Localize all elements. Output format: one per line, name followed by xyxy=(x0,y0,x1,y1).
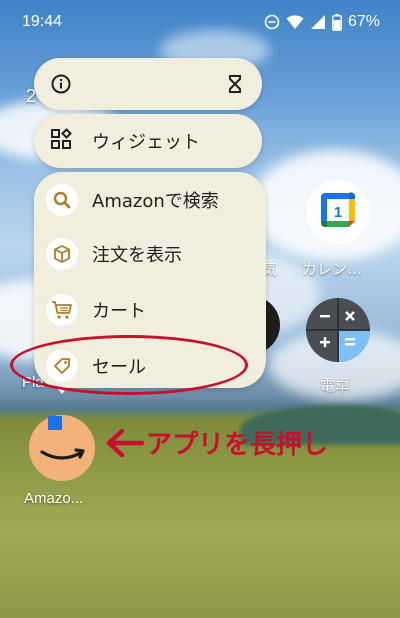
search-icon xyxy=(46,184,78,216)
shortcut-orders[interactable]: 注文を表示 xyxy=(46,238,182,270)
widgets-label: ウィジェット xyxy=(92,132,200,153)
wifi-icon xyxy=(286,14,304,30)
amazon-app[interactable] xyxy=(28,414,96,482)
app-info-bar xyxy=(34,58,262,110)
status-icons: 67% xyxy=(264,13,380,31)
svg-text:1: 1 xyxy=(334,204,342,221)
widgets-menu-item[interactable]: ウィジェット xyxy=(34,114,262,168)
signal-icon xyxy=(310,14,326,30)
highlight-ellipse xyxy=(10,335,248,395)
battery-percent: 67% xyxy=(347,13,380,30)
shortcut-label: 注文を表示 xyxy=(92,245,182,266)
calendar-app-label: カレン… xyxy=(302,261,363,278)
cart-icon xyxy=(46,294,78,326)
do-not-disturb-icon xyxy=(264,14,280,30)
annotation-text: アプリを長押し xyxy=(146,430,329,460)
info-icon[interactable] xyxy=(50,73,72,99)
calculator-app[interactable] xyxy=(306,298,370,362)
status-bar: 19:44 67% xyxy=(0,0,400,48)
calendar-icon: 1 xyxy=(319,191,357,233)
shortcut-label: Amazonで検索 xyxy=(92,191,219,212)
amazon-app-label: Amazo... xyxy=(24,490,84,507)
arrow-left-icon xyxy=(104,428,145,462)
calculator-app-label: 電卓 xyxy=(320,377,351,394)
battery-icon xyxy=(332,13,342,31)
package-icon xyxy=(46,238,78,270)
shortcut-cart[interactable]: カート xyxy=(46,294,146,326)
hourglass-icon[interactable] xyxy=(224,73,246,99)
shortcut-label: カート xyxy=(92,301,146,322)
amazon-icon xyxy=(28,415,96,486)
widgets-icon xyxy=(50,128,72,154)
status-time: 19:44 xyxy=(22,13,63,30)
shortcut-search[interactable]: Amazonで検索 xyxy=(46,184,219,216)
calendar-app[interactable]: 1 xyxy=(306,180,370,244)
